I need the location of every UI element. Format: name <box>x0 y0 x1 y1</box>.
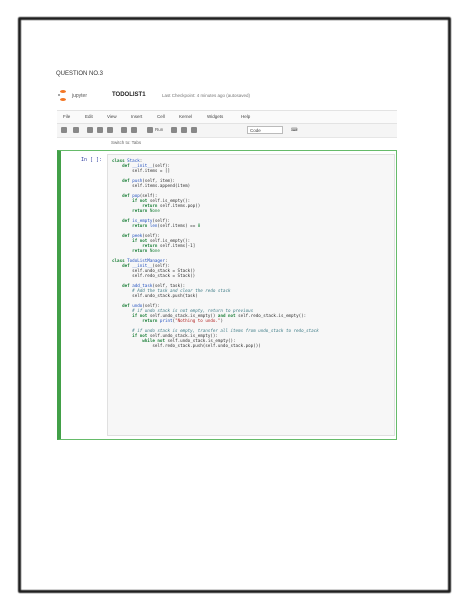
cell-prompt: In [ ]: <box>81 157 103 163</box>
menu-edit[interactable]: Edit <box>85 114 93 119</box>
code-token: self.redo_stack.is_empty(): <box>238 313 307 318</box>
code-token: self.undo_stack.push(task) <box>112 293 198 298</box>
jupyter-brand[interactable]: jupyter <box>72 93 87 99</box>
stop-icon[interactable] <box>171 127 177 133</box>
keyboard-icon[interactable]: ⌨ <box>291 127 298 133</box>
code-token: return <box>142 318 160 323</box>
run-icon[interactable] <box>147 127 153 133</box>
menu-bar: File Edit View Insert Cell Kernel Widget… <box>57 110 397 124</box>
code-token: return <box>132 223 150 228</box>
move-up-icon[interactable] <box>121 127 127 133</box>
menu-insert[interactable]: Insert <box>131 114 142 119</box>
code-token: ) <box>220 318 223 323</box>
restart-icon[interactable] <box>181 127 187 133</box>
cell-type-select[interactable]: Code <box>247 126 283 134</box>
menu-cell[interactable]: Cell <box>157 114 165 119</box>
code-token: self.redo_stack = Stack() <box>112 273 196 278</box>
code-token: self.items = [] <box>112 168 170 173</box>
menu-widgets[interactable]: Widgets <box>207 114 223 119</box>
toolbar: Run Code ⌨ <box>57 124 397 138</box>
checkpoint-status: Last Checkpoint: 4 minutes ago (autosave… <box>162 93 251 98</box>
code-token: self.redo_stack.push(self.undo_stack.pop… <box>112 343 261 348</box>
code-token: print <box>159 318 173 323</box>
command-hint: Switch to: Tabs <box>111 140 142 145</box>
code-token: return <box>132 248 150 253</box>
code-token: self.items[-1] <box>159 243 196 248</box>
save-icon[interactable] <box>61 127 67 133</box>
code-editor[interactable]: class Stack: def __init__(self): self.it… <box>107 154 395 436</box>
run-label[interactable]: Run <box>155 127 163 132</box>
paste-icon[interactable] <box>107 127 113 133</box>
code-token: (self.items) == <box>157 223 198 228</box>
code-token: 0 <box>197 223 201 228</box>
code-text[interactable]: class Stack: def __init__(self): self.it… <box>112 158 319 348</box>
notebook-name[interactable]: TODOLIST1 <box>112 92 146 98</box>
menu-help[interactable]: Help <box>241 114 250 119</box>
menu-file[interactable]: File <box>63 114 70 119</box>
code-token: self.items.pop() <box>159 203 201 208</box>
code-token: None <box>149 208 160 213</box>
add-cell-icon[interactable] <box>73 127 79 133</box>
code-token: "Nothing to undo." <box>175 318 221 323</box>
copy-icon[interactable] <box>97 127 103 133</box>
notebook-header: jupyter TODOLIST1 Last Checkpoint: 4 min… <box>58 90 398 104</box>
move-down-icon[interactable] <box>131 127 137 133</box>
code-token: return <box>132 208 150 213</box>
code-line: self.redo_stack.push(self.undo_stack.pop… <box>112 343 319 348</box>
menu-view[interactable]: View <box>107 114 117 119</box>
fast-forward-icon[interactable] <box>191 127 197 133</box>
jupyter-logo-icon[interactable] <box>58 90 68 102</box>
menu-kernel[interactable]: Kernel <box>179 114 192 119</box>
code-token: self.items.append(item) <box>112 183 191 188</box>
code-token: None <box>149 248 160 253</box>
command-hint-row: Switch to: Tabs <box>57 138 397 148</box>
question-title: QUESTION NO.3 <box>56 71 104 77</box>
code-cell[interactable]: In [ ]: class Stack: def __init__(self):… <box>57 150 397 440</box>
cut-icon[interactable] <box>87 127 93 133</box>
